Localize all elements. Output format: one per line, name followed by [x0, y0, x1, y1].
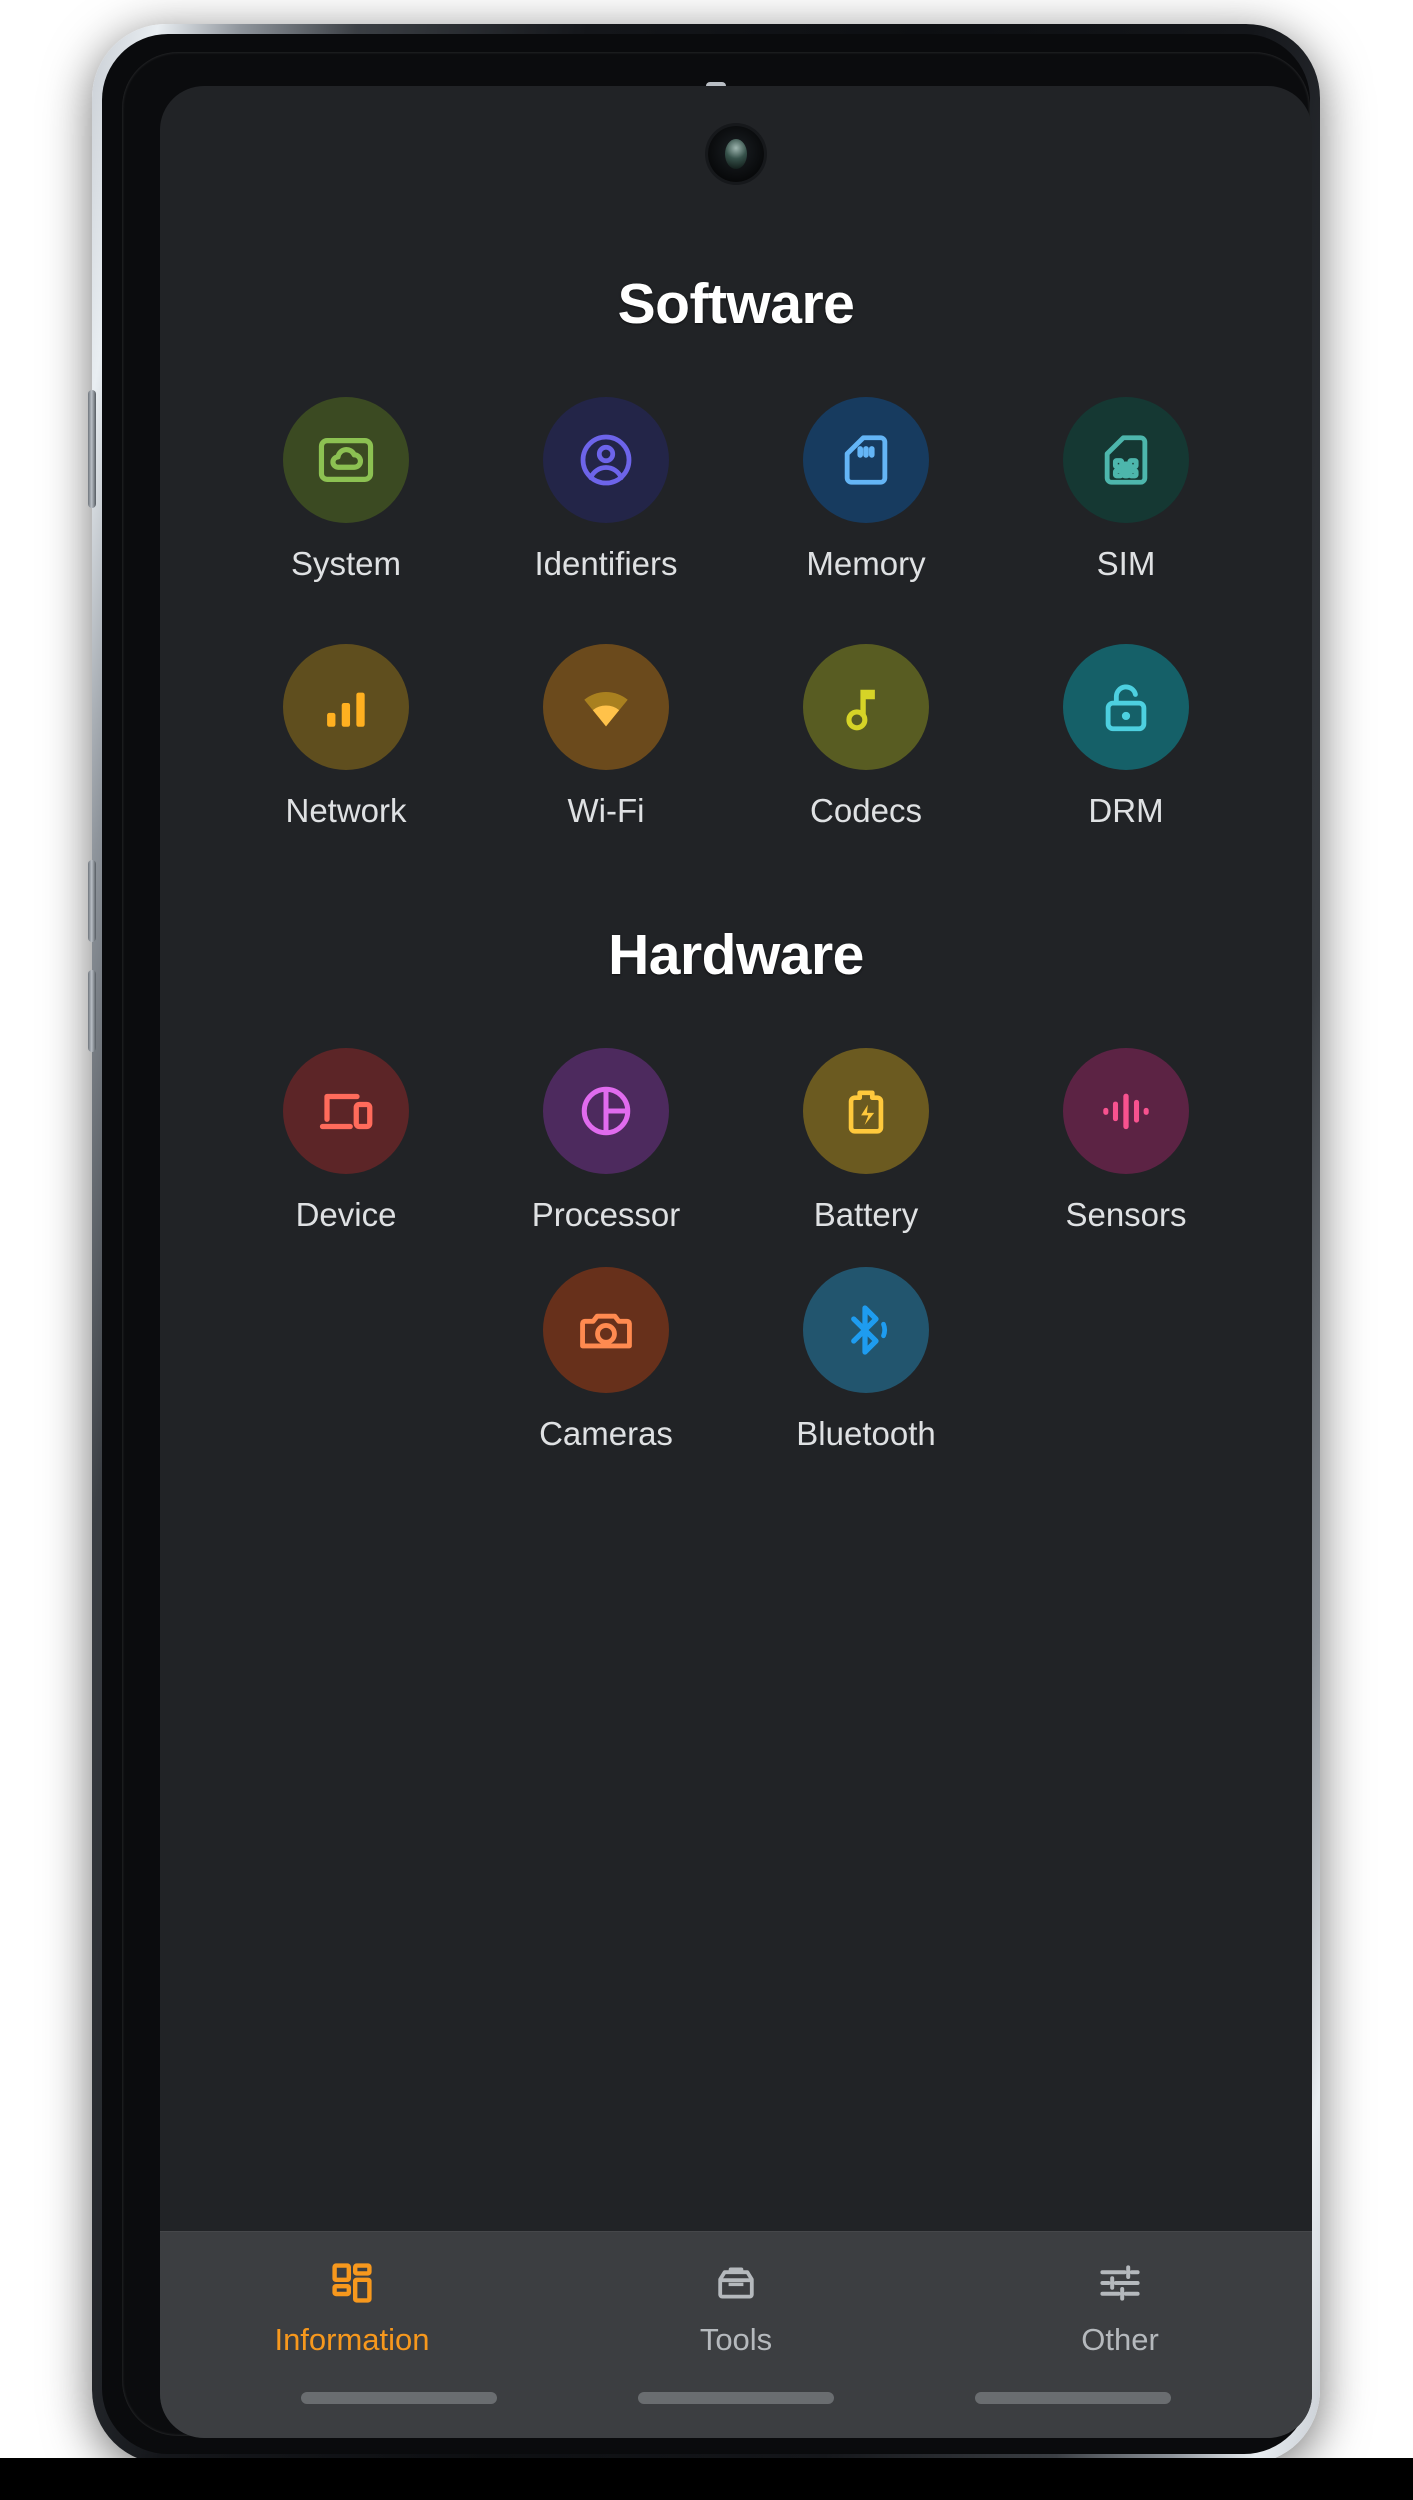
- tile-identifiers-label: Identifiers: [534, 545, 678, 582]
- tab-tools[interactable]: Tools: [544, 2256, 928, 2355]
- waveform-icon: [1097, 1082, 1155, 1140]
- tile-bluetooth[interactable]: Bluetooth: [736, 1267, 996, 1450]
- tile-identifiers-circle: [543, 397, 669, 523]
- tile-memory[interactable]: Memory: [736, 397, 996, 580]
- screenshot-stage: Software System Identifiers Memory SIM N…: [0, 0, 1413, 2500]
- tile-drm-circle: [1063, 644, 1189, 770]
- sliders-icon: [1096, 2256, 1144, 2310]
- tile-system-label: System: [290, 545, 402, 582]
- devices-icon: [316, 1081, 376, 1141]
- tile-battery[interactable]: Battery: [736, 1048, 996, 1231]
- processor-icon: [576, 1081, 636, 1141]
- tile-processor[interactable]: Processor: [476, 1048, 736, 1231]
- tile-wifi-circle: [543, 644, 669, 770]
- camera-icon: [577, 1301, 635, 1359]
- tile-bluetooth-circle: [803, 1267, 929, 1393]
- dashboard-grid-icon: [328, 2256, 376, 2310]
- tile-cameras[interactable]: Cameras: [476, 1267, 736, 1450]
- tile-device-label: Device: [295, 1196, 397, 1233]
- hardware-grid-row-1: Device Processor Battery Sensors: [160, 1048, 1312, 1231]
- tile-network-label: Network: [285, 792, 407, 829]
- tile-bluetooth-label: Bluetooth: [796, 1415, 936, 1452]
- bluetooth-icon: [836, 1300, 896, 1360]
- tile-device-circle: [283, 1048, 409, 1174]
- device-info-app: Software System Identifiers Memory SIM N…: [160, 86, 1312, 2438]
- tile-drm[interactable]: DRM: [996, 644, 1256, 827]
- toolbox-icon: [712, 2256, 760, 2310]
- hardware-grid-row-2: Cameras Bluetooth: [160, 1267, 1312, 1450]
- section-title-software: Software: [617, 272, 855, 336]
- tile-cameras-circle: [543, 1267, 669, 1393]
- gesture-bar-center[interactable]: [637, 2392, 834, 2404]
- tile-wifi[interactable]: Wi-Fi: [476, 644, 736, 827]
- tile-identifiers[interactable]: Identifiers: [476, 397, 736, 580]
- section-title-hardware: Hardware: [608, 923, 864, 987]
- tile-processor-circle: [543, 1048, 669, 1174]
- phone-screen: Software System Identifiers Memory SIM N…: [160, 86, 1312, 2438]
- battery-icon: [838, 1083, 894, 1139]
- tab-other-label: Other: [1081, 2322, 1159, 2357]
- signal-bars-icon: [319, 680, 373, 734]
- tile-sim-label: SIM: [1096, 545, 1156, 582]
- account-circle-icon: [576, 430, 636, 490]
- cloud-screen-icon: [315, 429, 377, 491]
- tile-system-circle: [283, 397, 409, 523]
- app-content: Software System Identifiers Memory SIM N…: [160, 86, 1312, 2231]
- phone-bezel: Software System Identifiers Memory SIM N…: [122, 52, 1312, 2438]
- tile-sim[interactable]: SIM: [996, 397, 1256, 580]
- tile-codecs-label: Codecs: [810, 792, 922, 829]
- phone-side-button-bixby[interactable]: [88, 390, 96, 508]
- tile-codecs-circle: [803, 644, 929, 770]
- sim-card-icon: [1097, 431, 1155, 489]
- tab-tools-label: Tools: [699, 2322, 773, 2357]
- tab-other[interactable]: Other: [928, 2256, 1312, 2355]
- tile-memory-circle: [803, 397, 929, 523]
- tile-sensors-circle: [1063, 1048, 1189, 1174]
- gesture-bar-left[interactable]: [300, 2392, 497, 2404]
- tile-device[interactable]: Device: [216, 1048, 476, 1231]
- wifi-icon: [575, 676, 637, 738]
- tile-network[interactable]: Network: [216, 644, 476, 827]
- bottom-navigation-bar: Information Tools Other: [160, 2231, 1312, 2438]
- tile-sim-circle: [1063, 397, 1189, 523]
- tile-cameras-label: Cameras: [539, 1415, 673, 1452]
- sd-card-icon: [837, 431, 895, 489]
- tile-wifi-label: Wi-Fi: [567, 792, 645, 829]
- gesture-bar-right[interactable]: [975, 2392, 1172, 2404]
- tile-battery-label: Battery: [813, 1196, 919, 1233]
- tile-sensors-label: Sensors: [1065, 1196, 1187, 1233]
- unlock-icon: [1097, 678, 1155, 736]
- tile-codecs[interactable]: Codecs: [736, 644, 996, 827]
- tile-drm-label: DRM: [1088, 792, 1164, 829]
- tile-network-circle: [283, 644, 409, 770]
- tile-sensors[interactable]: Sensors: [996, 1048, 1256, 1231]
- tab-information-label: Information: [274, 2322, 430, 2357]
- software-grid-row-2: Network Wi-Fi Codecs DRM: [160, 644, 1312, 827]
- tile-processor-label: Processor: [531, 1196, 681, 1233]
- software-grid-row-1: System Identifiers Memory SIM: [160, 397, 1312, 580]
- phone-inner-frame: Software System Identifiers Memory SIM N…: [102, 34, 1312, 2454]
- bottom-black-strip: [0, 2458, 1413, 2500]
- phone-frame: Software System Identifiers Memory SIM N…: [88, 24, 1320, 2464]
- tile-system[interactable]: System: [216, 397, 476, 580]
- phone-side-button-volume-up[interactable]: [88, 860, 96, 942]
- phone-side-button-volume-down[interactable]: [88, 970, 96, 1052]
- gesture-indicator-row: [160, 2392, 1312, 2404]
- music-note-icon: [838, 679, 894, 735]
- tile-battery-circle: [803, 1048, 929, 1174]
- tile-memory-label: Memory: [806, 545, 926, 582]
- tab-information[interactable]: Information: [160, 2256, 544, 2355]
